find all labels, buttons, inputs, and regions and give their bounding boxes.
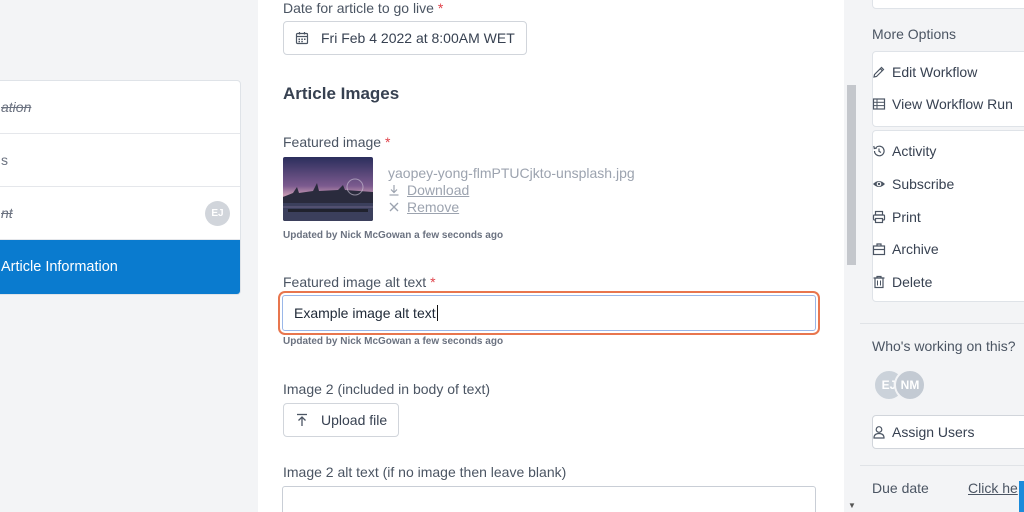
- image2-label: Image 2 (included in body of text): [283, 381, 491, 397]
- activity-item[interactable]: Activity: [872, 143, 936, 159]
- subscribe-label: Subscribe: [892, 176, 955, 192]
- archive-icon: [872, 242, 886, 256]
- subscribe-item[interactable]: Subscribe: [872, 176, 954, 192]
- remove-link[interactable]: Remove: [388, 199, 459, 215]
- download-label: Download: [407, 182, 470, 198]
- view-workflow-run-label: View Workflow Run: [892, 96, 1013, 112]
- assign-users-item[interactable]: Assign Users: [872, 424, 974, 440]
- date-value: Fri Feb 4 2022 at 8:00AM WET: [321, 30, 515, 46]
- date-picker-button[interactable]: Fri Feb 4 2022 at 8:00AM WET: [283, 21, 527, 55]
- date-label-text: Date for article to go live: [283, 0, 434, 16]
- date-field-label: Date for article to go live *: [283, 0, 443, 16]
- avatar-group: EJ NM: [873, 369, 933, 403]
- print-label: Print: [892, 209, 921, 225]
- due-date-link[interactable]: Click he: [968, 480, 1018, 496]
- printer-icon: [872, 210, 886, 224]
- upload-icon: [295, 413, 309, 427]
- alt-text-value: Example image alt text: [294, 305, 436, 321]
- assign-users-label: Assign Users: [892, 424, 975, 440]
- workflow-step[interactable]: nt EJ: [0, 187, 240, 240]
- print-item[interactable]: Print: [872, 209, 921, 225]
- text-caret: [436, 305, 438, 321]
- edit-workflow-item[interactable]: Edit Workflow: [872, 64, 977, 80]
- required-marker: *: [384, 134, 391, 150]
- upload-file-button[interactable]: Upload file: [283, 403, 400, 437]
- workflow-step-label: ation: [1, 99, 32, 115]
- image2-alt-input[interactable]: [282, 486, 816, 512]
- required-marker: *: [437, 0, 444, 16]
- download-link[interactable]: Download: [388, 182, 469, 198]
- workflow-step-label: s: [1, 152, 8, 168]
- featured-label-text: Featured image: [283, 134, 382, 150]
- archive-label: Archive: [892, 241, 939, 257]
- more-options-title: More Options: [872, 26, 957, 42]
- delete-label: Delete: [892, 274, 933, 290]
- eye-icon: [872, 177, 886, 191]
- calendar-icon: [295, 31, 309, 45]
- user-icon: [872, 425, 886, 439]
- avatar[interactable]: NM: [894, 369, 926, 401]
- top-panel: [872, 0, 1024, 9]
- alt-label-text: Featured image alt text: [283, 274, 427, 290]
- form-panel: Date for article to go live * Fri Feb 4 …: [258, 0, 844, 512]
- options-menu-1: [872, 51, 1024, 127]
- file-name: yaopey-yong-flmPTUCjkto-unsplash.jpg: [388, 165, 635, 181]
- workflow-step-label: nt: [1, 205, 13, 221]
- delete-item[interactable]: Delete: [872, 274, 932, 290]
- close-icon: [388, 201, 400, 213]
- divider: [860, 465, 1024, 466]
- workflow-step-active[interactable]: Article Information: [0, 240, 240, 294]
- table-icon: [872, 97, 886, 111]
- upload-label: Upload file: [321, 412, 388, 428]
- alt-text-input[interactable]: Example image alt text: [282, 295, 816, 331]
- section-title: Article Images: [283, 84, 400, 103]
- featured-image-meta: Updated by Nick McGowan a few seconds ag…: [283, 230, 504, 241]
- required-marker: *: [430, 274, 436, 290]
- right-sidebar: More Options Edit Workflow View Workflow…: [860, 0, 1024, 512]
- featured-image-label: Featured image *: [283, 134, 390, 150]
- working-on-title: Who's working on this?: [872, 338, 1016, 354]
- workflow-step[interactable]: s: [0, 134, 240, 187]
- download-icon: [388, 184, 400, 196]
- view-workflow-run-item[interactable]: View Workflow Run: [872, 96, 1013, 112]
- workflow-step-label: Article Information: [1, 259, 118, 275]
- remove-label: Remove: [407, 199, 460, 215]
- activity-label: Activity: [892, 143, 937, 159]
- divider: [860, 323, 1024, 324]
- history-icon: [872, 144, 886, 158]
- avatar: EJ: [205, 201, 230, 226]
- trash-icon: [872, 275, 886, 289]
- alt-text-label: Featured image alt text *: [283, 274, 436, 290]
- pencil-icon: [872, 65, 886, 79]
- alt-text-meta: Updated by Nick McGowan a few seconds ag…: [283, 336, 504, 347]
- workflow-steps: ation s nt EJ Article Information: [0, 80, 241, 295]
- due-date-label: Due date: [872, 480, 929, 496]
- archive-item[interactable]: Archive: [872, 241, 939, 257]
- scrollbar[interactable]: ▼: [845, 0, 859, 512]
- scrollbar-thumb[interactable]: [847, 85, 856, 265]
- scroll-down-arrow-icon[interactable]: ▼: [848, 501, 856, 510]
- workflow-step[interactable]: ation: [0, 81, 240, 134]
- image2-alt-label: Image 2 alt text (if no image then leave…: [283, 464, 567, 480]
- featured-image-thumbnail[interactable]: [283, 157, 373, 221]
- edit-workflow-label: Edit Workflow: [892, 64, 978, 80]
- help-widget-edge[interactable]: [1019, 481, 1024, 512]
